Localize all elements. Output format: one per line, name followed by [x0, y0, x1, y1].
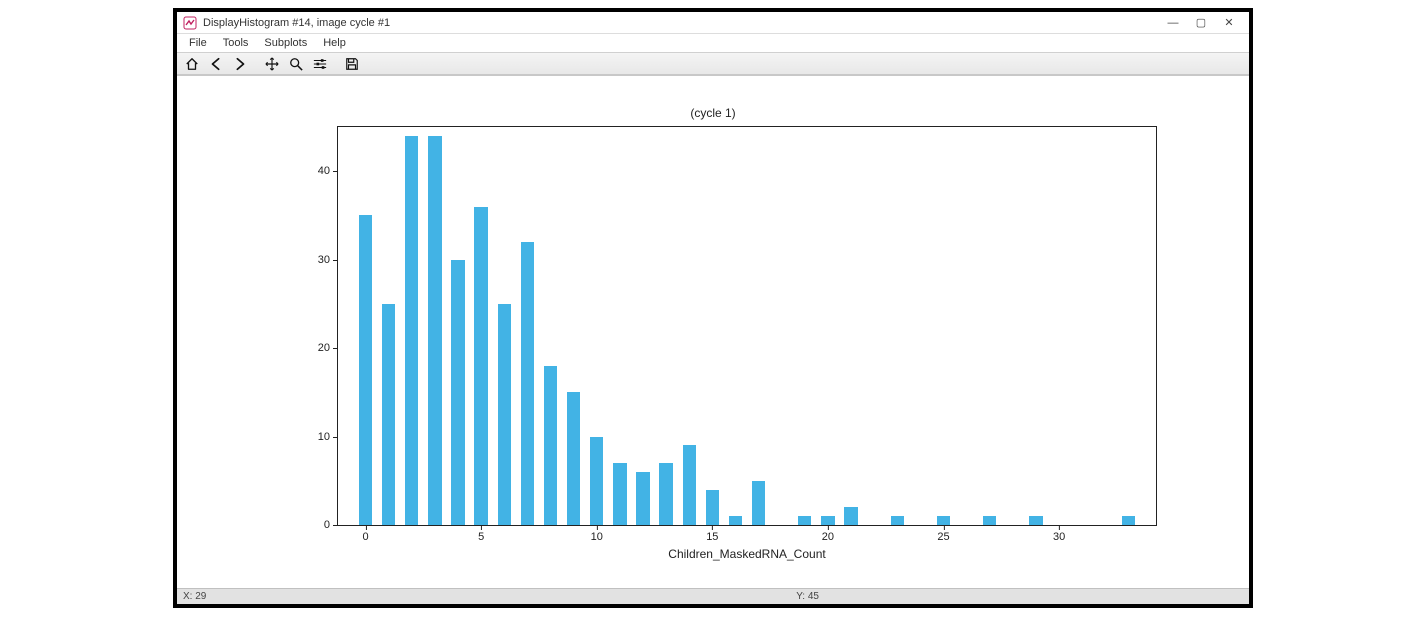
chart-title: (cycle 1)	[177, 106, 1249, 120]
bar	[729, 516, 742, 525]
bar	[544, 366, 557, 525]
bar	[359, 215, 372, 525]
x-tick: 0	[362, 525, 368, 543]
y-tick: 30	[318, 254, 338, 266]
y-tick: 0	[324, 519, 338, 531]
bar	[1029, 516, 1042, 525]
arrow-left-icon[interactable]	[205, 54, 227, 74]
bars-group	[338, 127, 1156, 525]
bar	[636, 472, 649, 525]
axes[interactable]: 010203040 051015202530 Children_MaskedRN…	[337, 126, 1157, 526]
bar	[937, 516, 950, 525]
bar	[382, 304, 395, 525]
maximize-button[interactable]: ▢	[1187, 14, 1215, 32]
close-button[interactable]: ✕	[1215, 14, 1243, 32]
bar	[590, 437, 603, 525]
x-tick: 15	[706, 525, 718, 543]
sliders-icon[interactable]	[309, 54, 331, 74]
bar	[1122, 516, 1135, 525]
status-y: Y: 45	[796, 591, 819, 602]
titlebar: DisplayHistogram #14, image cycle #1 — ▢…	[177, 12, 1249, 34]
x-tick: 25	[937, 525, 949, 543]
status-x: X: 29	[183, 591, 206, 602]
bar	[983, 516, 996, 525]
statusbar: X: 29 Y: 45	[177, 588, 1249, 604]
y-tick: 20	[318, 342, 338, 354]
bar	[451, 260, 464, 525]
menubar: File Tools Subplots Help	[177, 34, 1249, 52]
app-icon	[183, 16, 197, 30]
bar	[613, 463, 626, 525]
bar	[498, 304, 511, 525]
y-tick: 10	[318, 431, 338, 443]
menu-help[interactable]: Help	[315, 37, 354, 49]
minimize-button[interactable]: —	[1159, 14, 1187, 32]
window-title: DisplayHistogram #14, image cycle #1	[203, 17, 390, 29]
bar	[891, 516, 904, 525]
menu-tools[interactable]: Tools	[215, 37, 257, 49]
arrow-right-icon[interactable]	[229, 54, 251, 74]
y-tick: 40	[318, 165, 338, 177]
save-icon[interactable]	[341, 54, 363, 74]
menu-subplots[interactable]: Subplots	[256, 37, 315, 49]
bar	[521, 242, 534, 525]
bar	[474, 207, 487, 525]
zoom-icon[interactable]	[285, 54, 307, 74]
bar	[706, 490, 719, 525]
bar	[683, 445, 696, 525]
menu-file[interactable]: File	[181, 37, 215, 49]
move-icon[interactable]	[261, 54, 283, 74]
bar	[659, 463, 672, 525]
home-icon[interactable]	[181, 54, 203, 74]
x-axis-label: Children_MaskedRNA_Count	[668, 547, 825, 561]
plot-area: (cycle 1) 010203040 051015202530 Childre…	[177, 76, 1249, 588]
x-tick: 10	[591, 525, 603, 543]
x-tick: 5	[478, 525, 484, 543]
bar	[428, 136, 441, 525]
bar	[844, 507, 857, 525]
bar	[567, 392, 580, 525]
toolbar	[177, 52, 1249, 76]
app-window: DisplayHistogram #14, image cycle #1 — ▢…	[173, 8, 1253, 608]
bar	[798, 516, 811, 525]
bar	[752, 481, 765, 525]
bar	[405, 136, 418, 525]
x-tick: 20	[822, 525, 834, 543]
bar	[821, 516, 834, 525]
x-tick: 30	[1053, 525, 1065, 543]
